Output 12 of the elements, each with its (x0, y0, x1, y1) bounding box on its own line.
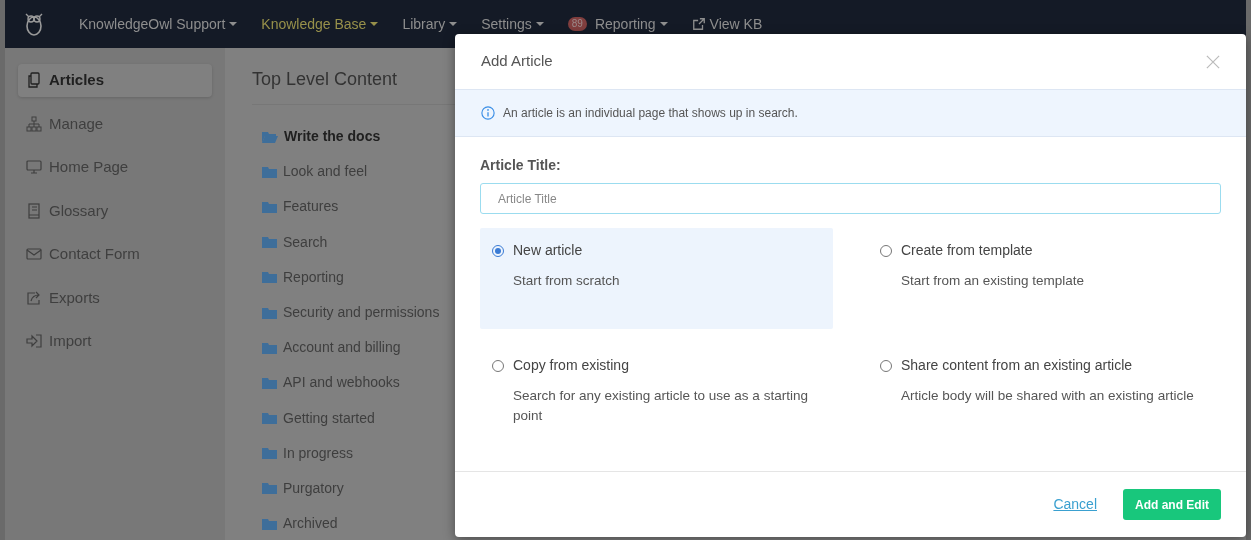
option-title: New article (513, 241, 583, 260)
field-label: Article Title: (480, 156, 562, 175)
option-title: Share content from an existing article (901, 356, 1133, 375)
option-description: Search for any existing article to use as a starting point (512, 387, 809, 426)
option-description: Start from an existing template (900, 272, 1086, 290)
count-badge: 89 (567, 17, 587, 31)
option-title: Create from template (901, 241, 1033, 260)
dialog-title: Add Article (481, 51, 553, 72)
option-description: Article body will be shared with an existing article (900, 387, 1195, 405)
info-text: An article is an individual page that shows up in search. (503, 105, 798, 122)
option-title: Copy from existing (513, 356, 629, 375)
option-description: Start from scratch (512, 272, 621, 290)
